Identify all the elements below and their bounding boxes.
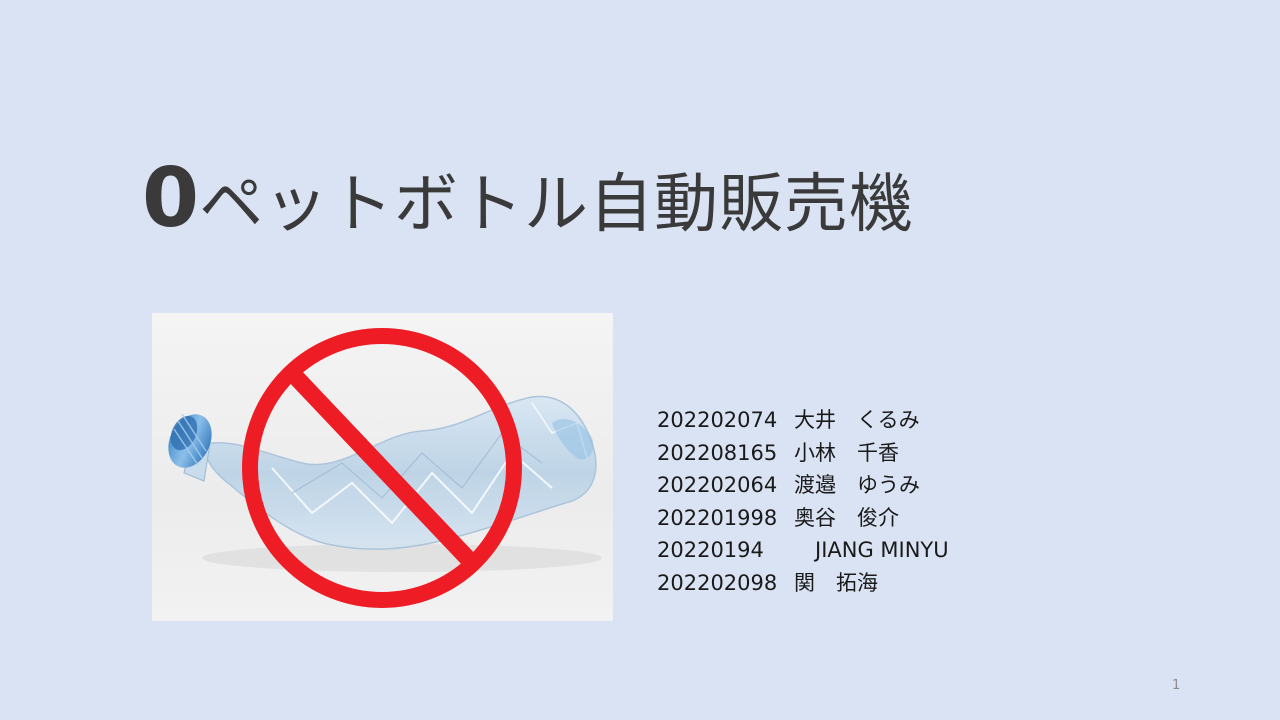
member-id: 202201998 <box>657 505 778 530</box>
member-name: 小林 千香 <box>794 440 899 465</box>
member-id: 202202098 <box>657 570 778 595</box>
member-name: 関 拓海 <box>794 570 878 595</box>
member-row: 202202064 渡邉 ゆうみ <box>657 469 949 502</box>
title-prefix: 0 <box>142 151 200 246</box>
member-id: 202202074 <box>657 408 778 432</box>
member-name: 奥谷 俊介 <box>794 505 899 530</box>
title-text: ペットボトル自動販売機 <box>199 168 915 242</box>
member-name: 渡邉 ゆうみ <box>794 473 920 497</box>
member-row: 202208165 小林 千香 <box>657 437 949 470</box>
slide-title: 0ペットボトル自動販売機 <box>142 158 914 268</box>
slide: 0ペットボトル自動販売機 202202074 大井 くるみ 202208165 … <box>0 0 1280 720</box>
page-number: 1 <box>1172 678 1181 693</box>
crushed-bottle-photo <box>152 313 613 621</box>
member-list: 202202074 大井 くるみ 202208165 小林 千香 202202064… <box>657 404 949 599</box>
member-id: 202208165 <box>657 440 778 465</box>
member-id: 20220194 <box>657 538 764 562</box>
member-id: 202202064 <box>657 473 778 497</box>
member-row: 202201998 奥谷 俊介 <box>657 502 949 535</box>
member-row: 202202098 関 拓海 <box>657 567 949 600</box>
member-name: JIANG MINYU <box>794 538 949 562</box>
member-row: 20220194 JIANG MINYU <box>657 534 949 567</box>
member-name: 大井 くるみ <box>794 408 920 432</box>
member-row: 202202074 大井 くるみ <box>657 404 949 437</box>
